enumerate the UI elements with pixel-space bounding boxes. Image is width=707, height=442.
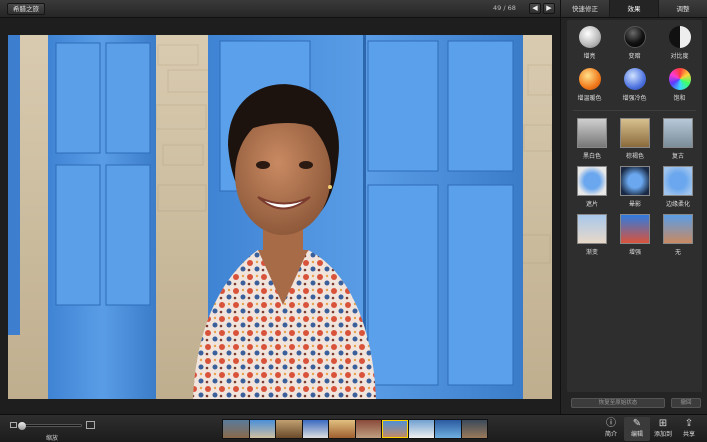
film-thumb[interactable] [461,420,487,438]
edge-blur-thumb [663,166,693,196]
top-toolbar: 希腊之旅 49 / 68 ◀ ▶ [0,0,560,18]
film-thumb[interactable] [435,420,461,438]
photo-viewer [0,18,560,414]
effect-sepia[interactable]: 棕褐色 [615,118,655,160]
undo-button[interactable]: 撤回 [671,398,701,408]
edit-tabs: 快速修正 效果 调整 [561,0,707,18]
film-thumb[interactable] [276,420,302,438]
arrow-left-icon: ◀ [532,4,538,12]
filmstrip[interactable] [222,419,488,439]
add-icon: ⊞ [658,418,668,429]
vignette-thumb [620,166,650,196]
effect-cooler[interactable]: 增强冷色 [612,68,657,102]
photo-counter: 49 / 68 [493,4,516,12]
lighten-icon [578,26,601,48]
effect-saturate[interactable]: 饱和 [657,68,702,102]
darken-icon [623,26,646,48]
none-thumb [663,214,693,244]
edit-panel: 快速修正 效果 调整 增亮 变暗 对比度 增温暖色 增强冷色 饱和 黑白色 棕褐… [560,0,707,414]
warm-icon [578,68,601,90]
matte-thumb [577,166,607,196]
film-thumb-selected[interactable] [382,420,408,438]
add-to-button[interactable]: ⊞ 添加到 [650,417,676,441]
fade-thumb [577,214,607,244]
effect-contrast[interactable]: 对比度 [657,26,702,60]
effect-fade[interactable]: 渐变 [572,214,612,256]
zoom-in-icon[interactable] [86,421,95,429]
back-to-album-button[interactable]: 希腊之旅 [7,3,45,15]
effect-antique[interactable]: 复古 [658,118,698,160]
portrait-image [8,35,552,399]
next-photo-button[interactable]: ▶ [543,3,555,14]
effect-darken[interactable]: 变暗 [612,26,657,60]
restore-original-button[interactable]: 恢复至原始状态 [571,398,665,408]
effect-warmer[interactable]: 增温暖色 [567,68,612,102]
film-thumb[interactable] [249,420,275,438]
effect-boost[interactable]: 增强 [615,214,655,256]
effects-area: 增亮 变暗 对比度 增温暖色 增强冷色 饱和 黑白色 棕褐色 复古 遮片 晕影 … [567,20,702,392]
black-white-thumb [577,118,607,148]
zoom-out-icon[interactable] [10,422,17,428]
boost-thumb [620,214,650,244]
effects-divider [573,110,696,111]
bottom-toolbar: 缩放 ⓘ 简介 ✎ 编辑 ⊞ 添加到 ⇪ 共享 [0,414,707,442]
tab-quick-fixes[interactable]: 快速修正 [561,0,610,17]
cool-icon [623,68,646,90]
film-thumb[interactable] [329,420,355,438]
film-thumb[interactable] [223,420,249,438]
arrow-right-icon: ▶ [546,4,552,12]
sepia-thumb [620,118,650,148]
film-thumb[interactable] [355,420,381,438]
info-button[interactable]: ⓘ 简介 [598,417,624,441]
info-icon: ⓘ [606,418,616,429]
effect-edge-blur[interactable]: 边缘柔化 [658,166,698,208]
zoom-label: 缩放 [46,435,59,442]
antique-thumb [663,118,693,148]
edit-button[interactable]: ✎ 编辑 [624,417,650,441]
effect-black-white[interactable]: 黑白色 [572,118,612,160]
effect-matte[interactable]: 遮片 [572,166,612,208]
tab-adjust[interactable]: 调整 [659,0,707,17]
tab-effects[interactable]: 效果 [610,0,659,17]
share-icon: ⇪ [684,418,694,429]
effect-lighten[interactable]: 增亮 [567,26,612,60]
zoom-slider-knob[interactable] [18,422,26,430]
contrast-icon [668,26,691,48]
saturate-icon [668,68,691,90]
pencil-icon: ✎ [632,418,642,429]
share-button[interactable]: ⇪ 共享 [676,417,702,441]
film-thumb[interactable] [302,420,328,438]
previous-photo-button[interactable]: ◀ [529,3,541,14]
effect-vignette[interactable]: 晕影 [615,166,655,208]
film-thumb[interactable] [408,420,434,438]
effect-none[interactable]: 无 [658,214,698,256]
zoom-slider[interactable] [18,422,82,430]
main-photo[interactable] [8,35,552,399]
